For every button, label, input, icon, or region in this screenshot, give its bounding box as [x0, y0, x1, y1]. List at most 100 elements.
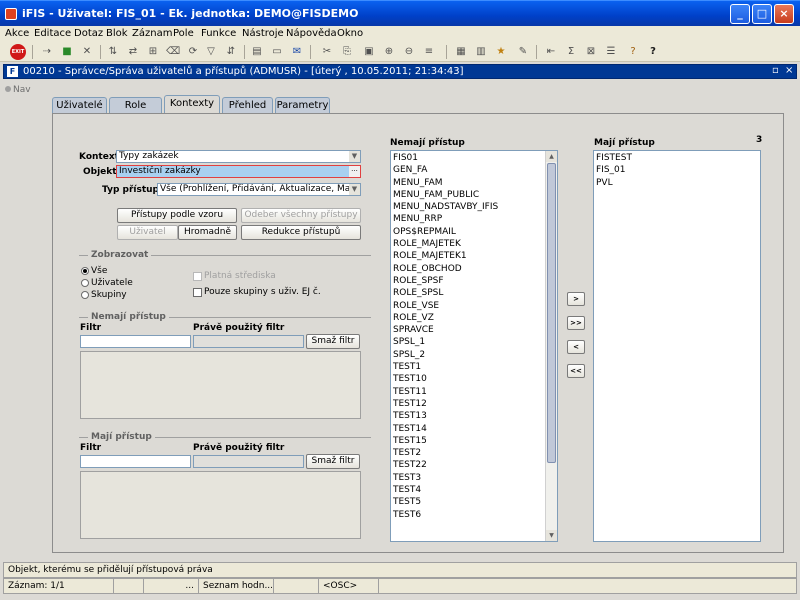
- chevron-down-icon[interactable]: ▼: [349, 151, 360, 162]
- list-item[interactable]: TEST3: [391, 472, 545, 484]
- pouze-skupiny-checkbox[interactable]: [193, 288, 202, 297]
- vertical-scrollbar[interactable]: ▲ ▼: [545, 151, 557, 541]
- list-icon[interactable]: ☰: [604, 45, 618, 59]
- list-item[interactable]: ROLE_VSE: [391, 300, 545, 312]
- list-item[interactable]: TEST12: [391, 398, 545, 410]
- title-bar[interactable]: iFIS - Uživatel: FIS_01 - Ek. jednotka: …: [0, 0, 800, 26]
- sort-icon[interactable]: ⇵: [224, 45, 238, 59]
- list-item[interactable]: FIS01: [391, 152, 545, 164]
- list-item[interactable]: TEST10: [391, 373, 545, 385]
- tab-uzivatele[interactable]: Uživatelé: [52, 97, 107, 114]
- list-item[interactable]: GEN_FA: [391, 164, 545, 176]
- maji-smaz-filtr-button[interactable]: Smaž filtr: [306, 454, 360, 469]
- print-icon[interactable]: ■: [60, 45, 74, 59]
- menu-nastroje[interactable]: Nástroje: [242, 28, 284, 39]
- odeber-vsechny-pristupy-button[interactable]: Odeber všechny přístupy: [241, 208, 361, 223]
- move-all-right-button[interactable]: >>: [567, 316, 585, 330]
- scroll-up-icon[interactable]: ▲: [546, 151, 557, 162]
- menu-funkce[interactable]: Funkce: [201, 28, 236, 39]
- duplicate-icon[interactable]: ≡: [422, 45, 436, 59]
- close-button[interactable]: ×: [774, 4, 794, 24]
- maji-filtr-input[interactable]: [80, 455, 191, 468]
- chevron-down-icon[interactable]: ▼: [349, 184, 360, 195]
- close-form-icon[interactable]: ×: [785, 65, 793, 76]
- list-item[interactable]: SPRAVCE: [391, 324, 545, 336]
- typ-pristupu-select[interactable]: Vše (Prohlížení, Přidávání, Aktualizace,…: [157, 183, 361, 196]
- menu-napoveda[interactable]: Nápověda: [286, 28, 337, 39]
- clear-icon[interactable]: ✕: [80, 45, 94, 59]
- list-item[interactable]: TEST5: [391, 496, 545, 508]
- nemaji-smaz-filtr-button[interactable]: Smaž filtr: [306, 334, 360, 349]
- list-item[interactable]: ROLE_MAJETEK1: [391, 250, 545, 262]
- objekt-field[interactable]: Investiční zakázky ···: [116, 165, 361, 178]
- radio-uzivatele[interactable]: [81, 279, 89, 287]
- query-enter-icon[interactable]: ⇅: [106, 45, 120, 59]
- tab-parametry[interactable]: Parametry: [275, 97, 330, 114]
- menu-pole[interactable]: Pole: [173, 28, 194, 39]
- list-item[interactable]: ROLE_VZ: [391, 312, 545, 324]
- list-item[interactable]: SPSL_2: [391, 349, 545, 361]
- lov-button[interactable]: ···: [349, 166, 360, 177]
- list-item[interactable]: MENU_FAM: [391, 177, 545, 189]
- list-item[interactable]: ROLE_SPSL: [391, 287, 545, 299]
- printer-icon[interactable]: ▤: [250, 45, 264, 59]
- query-exec-icon[interactable]: ⇄: [126, 45, 140, 59]
- menu-okno[interactable]: Okno: [337, 28, 363, 39]
- maji-pristup-list[interactable]: FISTEST FIS_01 PVL: [593, 150, 761, 542]
- redukce-pristupu-button[interactable]: Redukce přístupů: [241, 225, 361, 240]
- tab-kontexty[interactable]: Kontexty: [164, 95, 220, 115]
- list-item[interactable]: FISTEST: [594, 152, 760, 164]
- list-item[interactable]: MENU_NADSTAVBY_IFIS: [391, 201, 545, 213]
- context-help-icon[interactable]: ?: [646, 45, 660, 59]
- tab-role[interactable]: Role: [109, 97, 162, 114]
- sum-icon[interactable]: Σ: [564, 45, 578, 59]
- paste-icon[interactable]: ▣: [362, 45, 376, 59]
- radio-skupiny[interactable]: [81, 291, 89, 299]
- list-item[interactable]: TEST4: [391, 484, 545, 496]
- navigator-toggle[interactable]: Nav: [5, 85, 35, 99]
- restore-icon[interactable]: ▫: [772, 65, 779, 76]
- list-item[interactable]: TEST13: [391, 410, 545, 422]
- list-item[interactable]: FIS_01: [594, 164, 760, 176]
- list-item[interactable]: MENU_RRP: [391, 213, 545, 225]
- nemaji-pristup-list[interactable]: FIS01 GEN_FA MENU_FAM MENU_FAM_PUBLIC MENU_N…: [390, 150, 558, 542]
- list-item[interactable]: PVL: [594, 177, 760, 189]
- menu-dotaz[interactable]: Dotaz: [74, 28, 103, 39]
- menu-blok[interactable]: Blok: [106, 28, 128, 39]
- move-left-button[interactable]: <: [567, 340, 585, 354]
- list-item[interactable]: TEST1: [391, 361, 545, 373]
- list-item[interactable]: TEST14: [391, 423, 545, 435]
- form-window-title-bar[interactable]: F 00210 - Správce/Správa uživatelů a pří…: [3, 64, 797, 79]
- list-item[interactable]: TEST6: [391, 509, 545, 521]
- move-right-button[interactable]: >: [567, 292, 585, 306]
- platna-strediska-checkbox[interactable]: [193, 272, 202, 281]
- list-item[interactable]: ROLE_OBCHOD: [391, 263, 545, 275]
- nemaji-filtr-input[interactable]: [80, 335, 191, 348]
- list-item[interactable]: ROLE_SPSF: [391, 275, 545, 287]
- exit-button[interactable]: EXIT: [10, 44, 26, 60]
- minimize-button[interactable]: _: [730, 4, 750, 24]
- maximize-button[interactable]: □: [752, 4, 772, 24]
- help-icon[interactable]: ?: [626, 45, 640, 59]
- email-icon[interactable]: ✉: [290, 45, 304, 59]
- refresh-icon[interactable]: ⟳: [186, 45, 200, 59]
- copy-icon[interactable]: ⎘: [340, 45, 354, 59]
- star-icon[interactable]: ★: [494, 45, 508, 59]
- funnel-icon[interactable]: ▽: [204, 45, 218, 59]
- calculator-icon[interactable]: ▥: [474, 45, 488, 59]
- list-item[interactable]: MENU_FAM_PUBLIC: [391, 189, 545, 201]
- kontext-select[interactable]: Typy zakázek ▼: [116, 150, 361, 163]
- list-item[interactable]: TEST22: [391, 459, 545, 471]
- list-item[interactable]: ROLE_MAJETEK: [391, 238, 545, 250]
- list-item[interactable]: TEST15: [391, 435, 545, 447]
- radio-vse[interactable]: [81, 267, 89, 275]
- query-cancel-icon[interactable]: ⌫: [166, 45, 180, 59]
- query-count-icon[interactable]: ⊞: [146, 45, 160, 59]
- save-icon[interactable]: ⇢: [40, 45, 54, 59]
- pristupy-podle-vzoru-button[interactable]: Přístupy podle vzoru: [117, 208, 237, 223]
- list-item[interactable]: TEST11: [391, 386, 545, 398]
- uzivatel-button[interactable]: Uživatel: [117, 225, 178, 240]
- first-icon[interactable]: ⇤: [544, 45, 558, 59]
- grid-icon[interactable]: ⊠: [584, 45, 598, 59]
- edit-icon[interactable]: ✎: [516, 45, 530, 59]
